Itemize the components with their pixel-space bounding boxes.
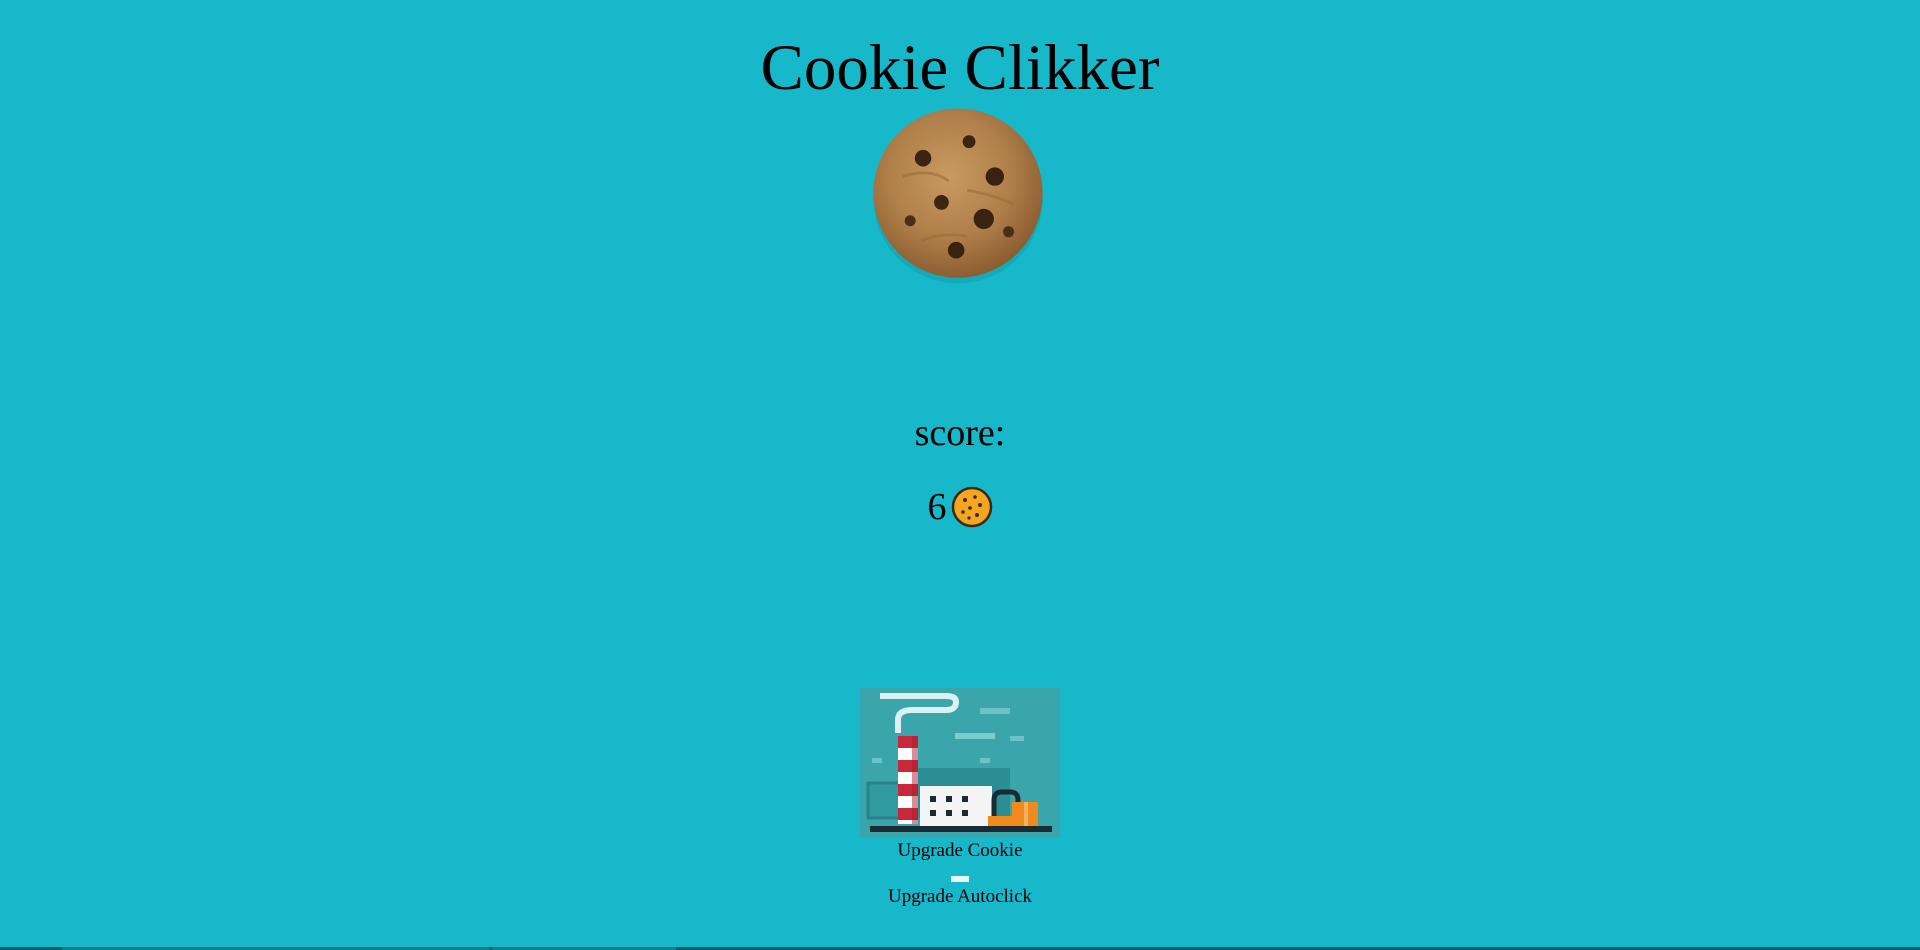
- upgrade-autoclick-button[interactable]: Upgrade Autoclick: [888, 886, 1032, 908]
- score-label: score:: [914, 412, 1006, 454]
- factory-image[interactable]: [860, 688, 1060, 838]
- upgrades-panel: Upgrade Cookie Upgrade Autoclick: [0, 688, 1920, 908]
- score-value: 6: [927, 486, 947, 528]
- upgrade-cookie-button[interactable]: Upgrade Cookie: [897, 840, 1022, 862]
- game-title: Cookie Clikker: [760, 32, 1160, 104]
- game-page: Cookie Clikker score: 6 Upgrade Cookie U…: [0, 0, 1920, 950]
- score-display: 6: [0, 484, 1920, 530]
- autoclick-upgrade-image[interactable]: [951, 876, 969, 882]
- cookie-image[interactable]: [866, 103, 1050, 287]
- cookie-coin-icon: [951, 486, 992, 528]
